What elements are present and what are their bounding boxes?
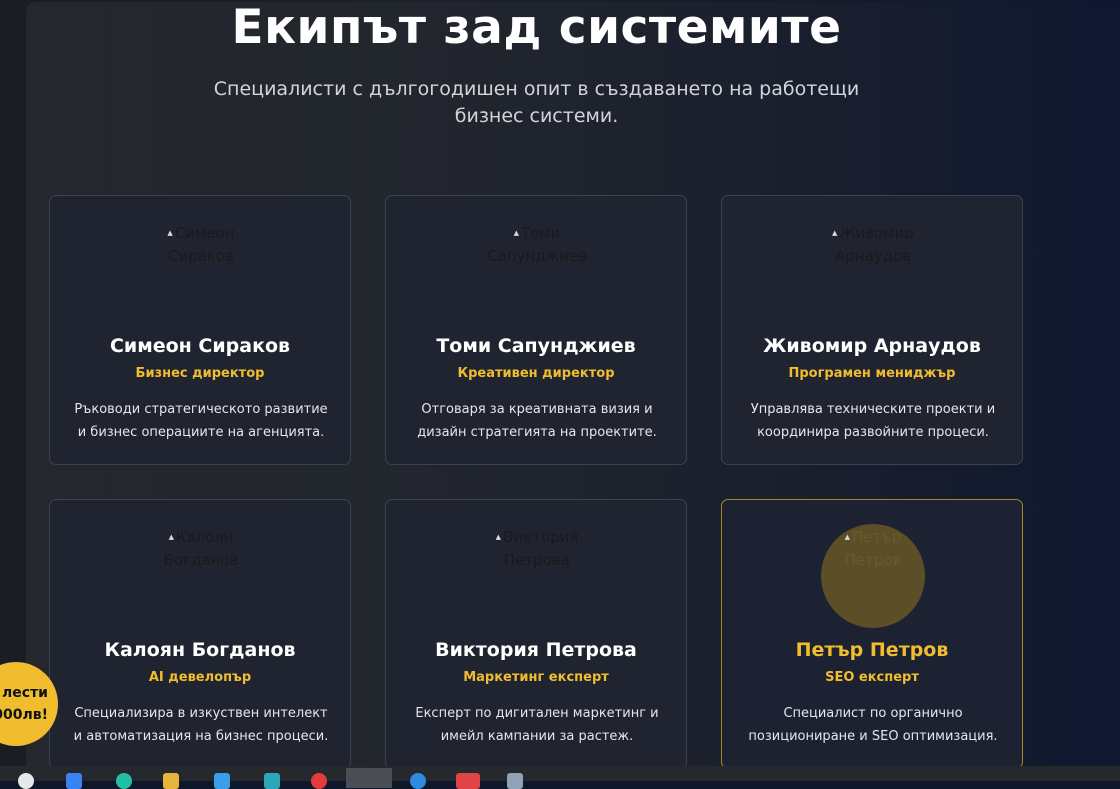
team-photo: ▲ Симеон Сираков xyxy=(149,220,253,324)
member-name: Симеон Сираков xyxy=(109,335,291,357)
photo-alt-text: Виктория Петрова xyxy=(503,528,579,569)
member-role: AI девелопър xyxy=(148,670,252,685)
broken-image-icon: ▲ xyxy=(168,533,174,541)
os-taskbar xyxy=(0,766,1120,789)
active-app-icon[interactable] xyxy=(346,768,392,788)
promo-badge-line2: 000лв! xyxy=(0,707,48,723)
broken-image-icon: ▲ xyxy=(832,229,838,237)
broken-image-icon: ▲ xyxy=(167,229,173,237)
member-description: Ръководи стратегическото развитие и бизн… xyxy=(74,402,328,440)
member-role: Програмен мениджър xyxy=(788,366,956,381)
promo-badge-line1: лести xyxy=(2,685,48,701)
app-gray-icon[interactable] xyxy=(507,773,523,789)
team-card-kaloyan: ▲ Калоян Богданов Калоян Богданов AI деве… xyxy=(49,499,351,769)
app-icon[interactable] xyxy=(264,773,280,789)
member-role: Креативен директор xyxy=(457,366,615,381)
team-photo: ▲ Живомир Арнаудов xyxy=(821,220,925,324)
member-role: Маркетинг експерт xyxy=(463,670,609,685)
explorer-icon[interactable] xyxy=(163,773,179,789)
team-card-petar[interactable]: ▲ Петър Петров Петър Петров SEO експерт С… xyxy=(721,499,1023,769)
team-photo: ▲ Калоян Богданов xyxy=(149,524,253,628)
member-description: Специалист по органично позициониране и … xyxy=(748,706,998,744)
member-description: Специализира в изкуствен интелект и авто… xyxy=(73,706,329,744)
photo-alt-text: Петър Петров xyxy=(844,528,902,569)
broken-image-icon: ▲ xyxy=(513,229,519,237)
member-description: Управлява техническите проекти и координ… xyxy=(750,402,996,440)
team-card-viktoria: ▲ Виктория Петрова Виктория Петрова Марке… xyxy=(385,499,687,769)
files-icon[interactable] xyxy=(66,773,82,789)
chrome-icon[interactable] xyxy=(18,773,34,789)
section-title: Екипът зад системите xyxy=(231,0,842,55)
section-subtitle: Специалисти с дългогодишен опит в създав… xyxy=(213,78,860,127)
team-photo: ▲ Виктория Петрова xyxy=(485,524,589,628)
member-description: Експерт по дигитален маркетинг и имейл к… xyxy=(415,706,659,744)
member-role: SEO експерт xyxy=(825,670,919,685)
team-card-tomi: ▲ Томи Сапунджиев Томи Сапунджиев Креатив… xyxy=(385,195,687,465)
photo-alt-text: Живомир Арнаудов xyxy=(834,224,914,265)
team-card-zhivomir: ▲ Живомир Арнаудов Живомир Арнаудов Прогр… xyxy=(721,195,1023,465)
member-name: Виктория Петрова xyxy=(435,639,637,661)
app-red-icon[interactable] xyxy=(456,773,480,789)
broken-image-icon: ▲ xyxy=(495,533,502,541)
member-description: Отговаря за креативната визия и дизайн с… xyxy=(417,402,657,440)
member-role: Бизнес директор xyxy=(135,366,265,381)
member-name: Живомир Арнаудов xyxy=(763,335,981,357)
photo-alt-text: Калоян Богданов xyxy=(163,528,239,569)
edge-icon[interactable] xyxy=(116,773,132,789)
team-photo: ▲ Томи Сапунджиев xyxy=(485,220,589,324)
member-name: Томи Сапунджиев xyxy=(436,335,636,357)
photo-alt-text: Симеон Сираков xyxy=(167,224,235,265)
member-name: Петър Петров xyxy=(795,639,949,661)
broken-image-icon: ▲ xyxy=(844,533,850,541)
team-card-simeon: ▲ Симеон Сираков Симеон Сираков Бизнес ди… xyxy=(49,195,351,465)
opera-icon[interactable] xyxy=(311,773,327,789)
photo-alt-text: Томи Сапунджиев xyxy=(487,224,587,265)
team-photo: ▲ Петър Петров xyxy=(821,524,925,628)
member-name: Калоян Богданов xyxy=(104,639,296,661)
browser-icon[interactable] xyxy=(410,773,426,789)
store-icon[interactable] xyxy=(214,773,230,789)
